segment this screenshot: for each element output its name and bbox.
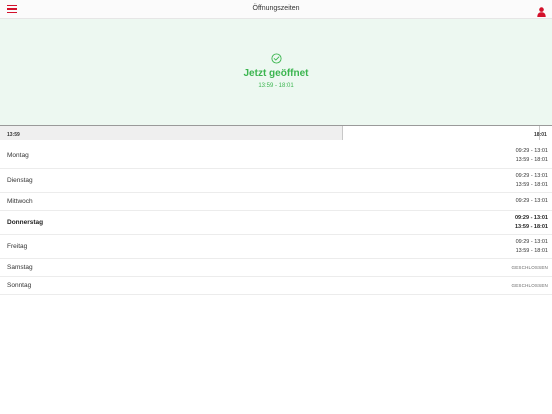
day-name: Donnerstag (7, 219, 44, 226)
day-row-samstag: Samstag GESCHLOSSEN (0, 259, 552, 277)
time-range: 09:29 - 13:01 (515, 148, 548, 154)
day-times: 09:29 - 13:01 13:59 - 18:01 (516, 147, 548, 165)
user-icon[interactable] (537, 4, 546, 17)
opening-timeline: 13:59 18:01 (0, 126, 552, 141)
day-row-montag: Montag 09:29 - 13:01 13:59 - 18:01 (0, 142, 552, 169)
day-name: Freitag (7, 243, 28, 250)
time-range: 13:59 - 18:01 (515, 157, 548, 163)
time-range: 09:29 - 13:01 (515, 239, 548, 245)
day-times: 09:29 - 13:01 (516, 197, 548, 206)
day-name: Montag (7, 152, 29, 159)
status-panel: Jetzt geöffnet 13:59 - 18:01 (0, 19, 552, 126)
navigation-bar: Öffnungszeiten (0, 0, 552, 19)
time-range: 13:59 - 18:01 (514, 224, 548, 230)
time-range: 09:29 - 13:01 (514, 215, 548, 221)
day-row-sonntag: Sonntag GESCHLOSSEN (0, 277, 552, 295)
day-name: Samstag (7, 264, 33, 271)
open-status-title: Jetzt geöffnet (243, 68, 309, 79)
day-row-mittwoch: Mittwoch 09:29 - 13:01 (0, 193, 552, 211)
day-name: Sonntag (7, 282, 32, 289)
timeline-end-label: 18:01 (534, 132, 547, 138)
timeline-start-label: 13:59 (7, 132, 20, 138)
closed-label: GESCHLOSSEN (511, 283, 548, 288)
time-range: 09:29 - 13:01 (515, 173, 548, 179)
check-circle-icon (271, 51, 282, 64)
opening-hours-list: Montag 09:29 - 13:01 13:59 - 18:01 Diens… (0, 142, 552, 295)
closed-label: GESCHLOSSEN (511, 265, 548, 270)
open-status-times: 13:59 - 18:01 (258, 83, 294, 89)
timeline-progress (0, 126, 342, 140)
time-range: 13:59 - 18:01 (515, 182, 548, 188)
timeline-current-marker (342, 126, 343, 140)
time-range: 13:59 - 18:01 (515, 248, 548, 254)
day-row-donnerstag: Donnerstag 09:29 - 13:01 13:59 - 18:01 (0, 211, 552, 235)
day-row-dienstag: Dienstag 09:29 - 13:01 13:59 - 18:01 (0, 169, 552, 193)
day-name: Dienstag (7, 177, 33, 184)
day-row-freitag: Freitag 09:29 - 13:01 13:59 - 18:01 (0, 235, 552, 259)
day-times: 09:29 - 13:01 13:59 - 18:01 (516, 238, 548, 256)
day-name: Mittwoch (7, 198, 33, 205)
day-times: 09:29 - 13:01 13:59 - 18:01 (515, 214, 548, 232)
day-times: 09:29 - 13:01 13:59 - 18:01 (516, 172, 548, 190)
time-range: 09:29 - 13:01 (515, 198, 548, 204)
page-title: Öffnungszeiten (252, 5, 300, 12)
